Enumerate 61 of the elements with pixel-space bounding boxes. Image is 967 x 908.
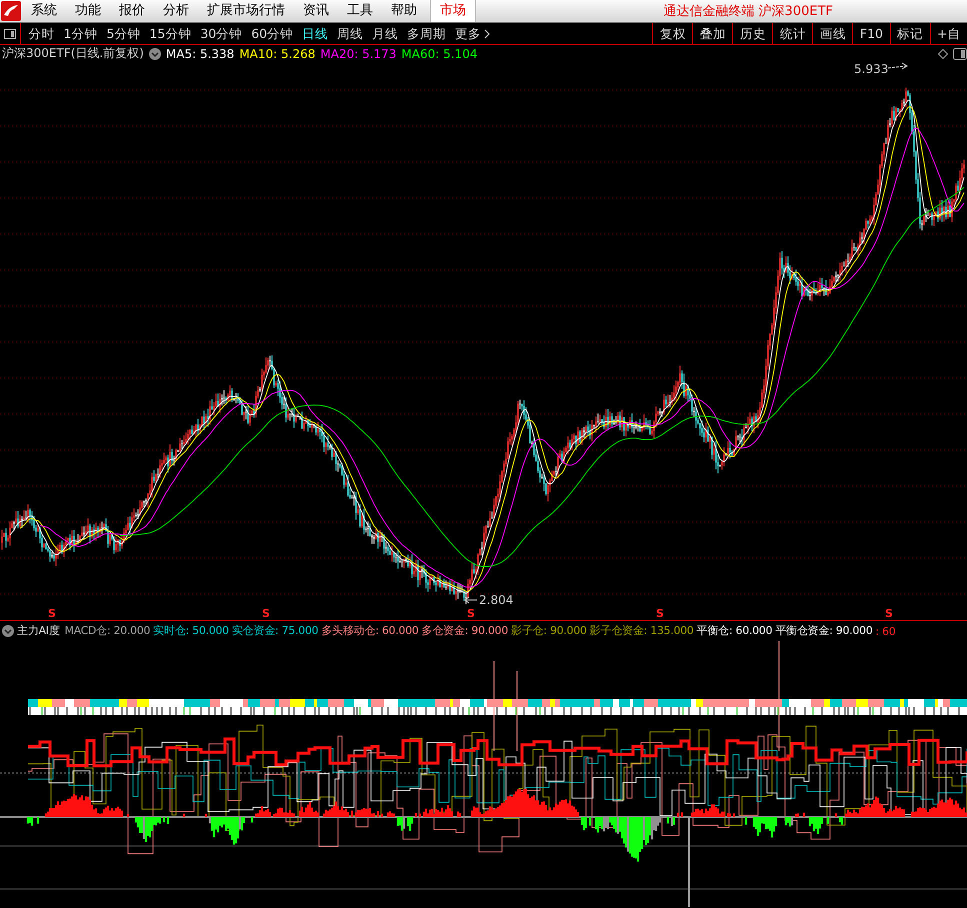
panel-toggle-icon[interactable] — [953, 48, 967, 60]
toolbar-button[interactable]: +自 — [930, 23, 967, 44]
period-tab[interactable]: 5分钟 — [102, 23, 145, 44]
ma-value: MA20: 5.173 — [320, 46, 396, 60]
indicator-value: 平衡仓资金: 90.000 — [775, 624, 872, 638]
period-tab[interactable]: 15分钟 — [144, 23, 196, 44]
indicator-value: 影子仓: 90.000 — [511, 624, 587, 638]
dropdown-icon[interactable] — [148, 48, 161, 60]
dropdown-icon[interactable] — [2, 625, 14, 637]
chevron-right-icon — [484, 28, 490, 38]
indicator-name: 主力AI度 — [17, 624, 60, 638]
period-tab[interactable]: 更多 — [450, 23, 495, 44]
period-tab[interactable]: 多周期 — [402, 23, 451, 44]
toolbar-button[interactable]: 叠加 — [692, 23, 732, 44]
menu-item[interactable]: 功能 — [66, 0, 110, 22]
indicator-value: 实仓资金: 75.000 — [232, 624, 318, 638]
signal-marker: S — [885, 607, 893, 620]
price-label: 5.933 — [854, 62, 888, 76]
toolbar-button[interactable]: 统计 — [772, 23, 812, 44]
indicator-value: 影子仓资金: 135.000 — [590, 624, 694, 638]
menu-item[interactable]: 帮助 — [382, 0, 426, 22]
instrument-title: 沪深300ETF(日线.前复权) — [2, 45, 144, 62]
signal-marker: S — [467, 607, 475, 620]
logo-icon — [0, 0, 22, 22]
indicator-value: : 60 — [876, 624, 896, 638]
leader-line — [464, 596, 478, 604]
toolbar-button[interactable]: 标记 — [890, 23, 930, 44]
menu-item[interactable]: 工具 — [338, 0, 382, 22]
ma-value: MA5: 5.338 — [166, 46, 234, 60]
diamond-icon[interactable] — [938, 48, 948, 58]
menu-item[interactable]: 资讯 — [294, 0, 338, 22]
signal-marker: S — [262, 607, 270, 620]
toolbar-button[interactable]: F10 — [852, 23, 890, 44]
period-tab[interactable]: 1分钟 — [59, 23, 102, 44]
ma-value: MA10: 5.268 — [239, 46, 316, 60]
period-tab[interactable]: 分时 — [24, 23, 59, 44]
period-tab[interactable]: 周线 — [332, 23, 368, 44]
toolbar-button[interactable]: 画线 — [812, 23, 852, 44]
menu-item[interactable]: 系统 — [22, 0, 66, 22]
period-tab[interactable]: 60分钟 — [246, 23, 298, 44]
leader-line — [888, 62, 908, 70]
indicator-value: 实时仓: 50.000 — [153, 624, 229, 638]
menu-item[interactable]: 分析 — [154, 0, 198, 22]
ma-value: MA60: 5.104 — [401, 46, 478, 60]
indicator-value: MACD仓: 20.000 — [64, 624, 150, 638]
menu-item[interactable]: 扩展市场行情 — [198, 0, 294, 22]
period-tab[interactable]: 30分钟 — [196, 23, 247, 44]
toolbar-button[interactable]: 历史 — [732, 23, 772, 44]
panel-toggle-icon[interactable] — [4, 28, 16, 38]
price-label: 2.804 — [479, 593, 514, 607]
period-tab[interactable]: 月线 — [368, 23, 403, 44]
signal-marker: S — [48, 607, 56, 620]
toolbar-button[interactable]: 复权 — [652, 23, 692, 44]
signal-marker: S — [656, 607, 664, 620]
menu-item[interactable]: 报价 — [110, 0, 154, 22]
indicator-value: 多头移动仓: 60.000 — [321, 624, 419, 638]
indicator-value: 多仓资金: 90.000 — [422, 624, 508, 638]
period-tab[interactable]: 日线 — [298, 23, 333, 44]
window-title: 通达信金融终端 沪深300ETF — [663, 3, 834, 20]
indicator-value: 平衡仓: 60.000 — [696, 624, 772, 638]
menu-item[interactable]: 市场 — [430, 0, 476, 22]
